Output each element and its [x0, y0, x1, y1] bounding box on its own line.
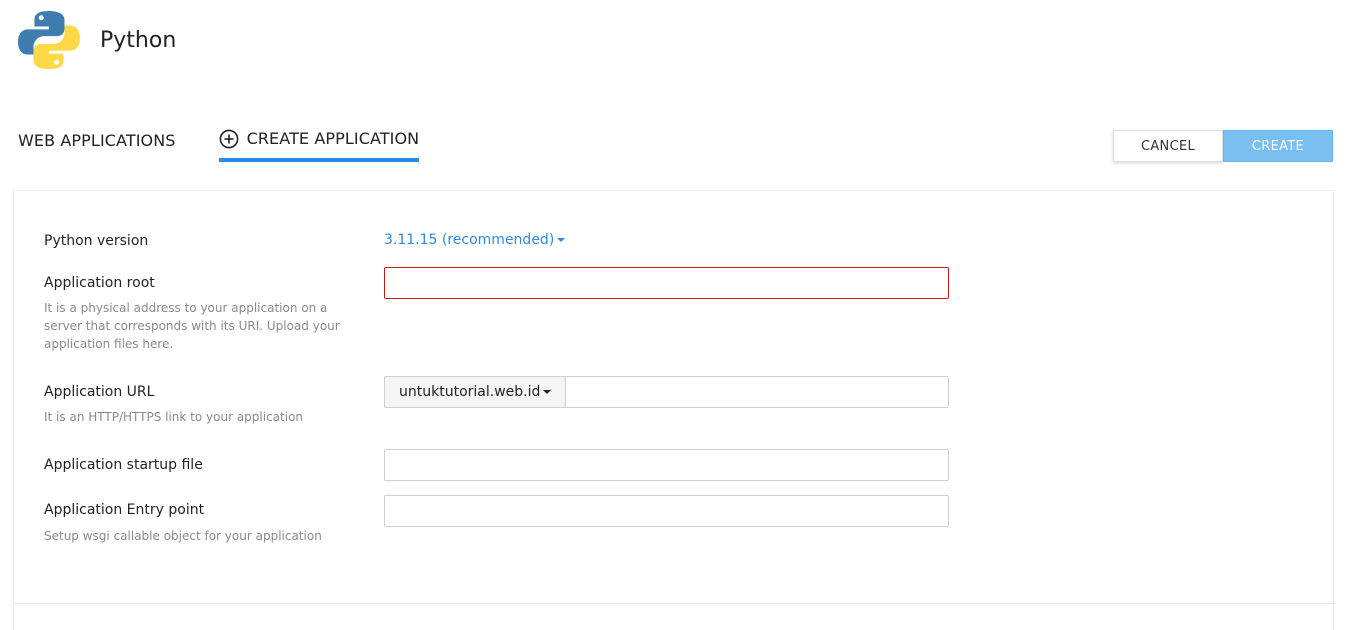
domain-dropdown[interactable]: untuktutorial.web.id [385, 377, 567, 407]
tab-web-applications[interactable]: WEB APPLICATIONS [18, 128, 176, 162]
cancel-button[interactable]: CANCEL [1113, 130, 1223, 162]
panel-divider [13, 603, 1334, 604]
entry-point-hint: Setup wsgi callable object for your appl… [44, 529, 322, 543]
chevron-down-icon [557, 238, 566, 242]
app-root-input[interactable] [384, 267, 949, 299]
plus-circle-icon [219, 129, 238, 148]
app-root-label: Application root [44, 275, 155, 291]
create-button[interactable]: CREATE [1223, 130, 1333, 162]
entry-point-input[interactable] [384, 495, 949, 527]
app-title: Python [100, 27, 177, 53]
tab-web-applications-label: WEB APPLICATIONS [18, 131, 176, 150]
tab-bar: WEB APPLICATIONS CREATE APPLICATION [18, 128, 420, 162]
app-url-hint: It is an HTTP/HTTPS link to your applica… [44, 410, 304, 424]
form-actions: CANCEL CREATE [1113, 130, 1333, 162]
tab-create-application-label: CREATE APPLICATION [246, 129, 420, 148]
chevron-down-icon [543, 390, 552, 394]
domain-value: untuktutorial.web.id [399, 384, 541, 400]
app-url-group: untuktutorial.web.id [384, 376, 949, 408]
python-version-label: Python version [44, 233, 149, 249]
entry-point-label: Application Entry point [44, 502, 205, 518]
app-url-input[interactable] [566, 377, 948, 407]
python-version-value: 3.11.15 (recommended) [384, 232, 555, 248]
startup-file-input[interactable] [384, 449, 949, 481]
python-logo-icon [18, 10, 80, 70]
app-root-hint: It is a physical address to your applica… [44, 301, 340, 351]
python-version-dropdown[interactable]: 3.11.15 (recommended) [384, 232, 566, 248]
app-header: Python [18, 8, 176, 72]
tab-create-application[interactable]: CREATE APPLICATION [218, 128, 420, 162]
startup-file-label: Application startup file [44, 457, 203, 473]
app-url-label: Application URL [44, 384, 155, 400]
